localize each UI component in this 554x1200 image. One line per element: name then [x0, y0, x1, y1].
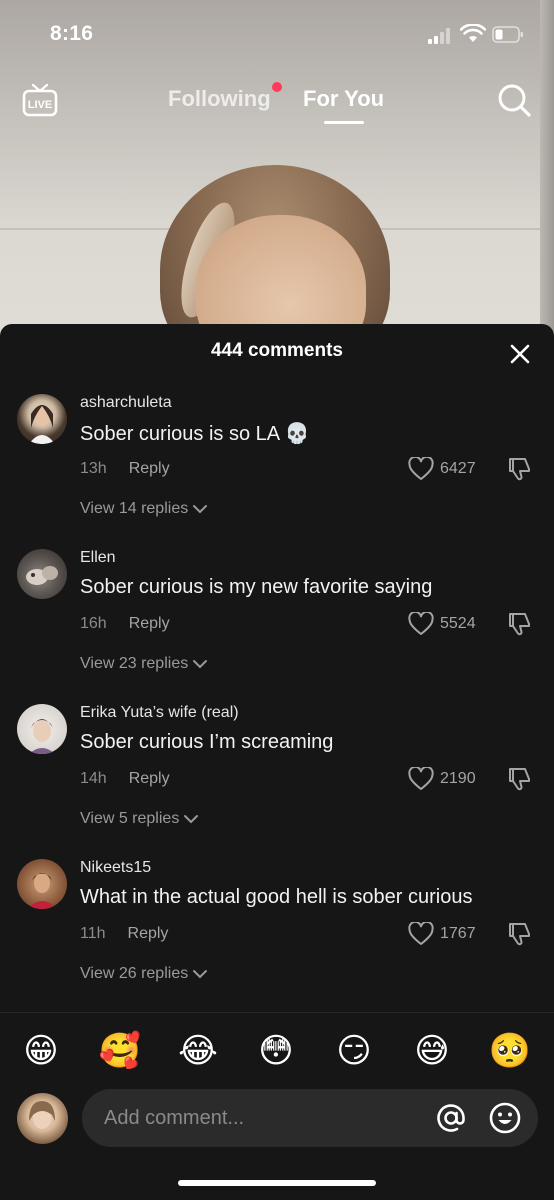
like-button[interactable]: 6427 — [408, 456, 476, 482]
view-replies-button[interactable]: View 14 replies — [80, 500, 208, 518]
view-replies-label: View 26 replies — [80, 965, 189, 982]
tab-for-you[interactable]: For You — [303, 86, 384, 112]
following-notification-dot — [272, 82, 282, 92]
dislike-icon[interactable] — [506, 611, 532, 637]
heart-icon — [408, 612, 434, 635]
like-button[interactable]: 5524 — [408, 611, 476, 637]
comment-meta: 14h Reply — [80, 770, 170, 788]
status-time: 8:16 — [50, 22, 94, 45]
emoji-sweat-smile-button[interactable]: 😅 — [408, 1025, 456, 1077]
emoji-quick-bar: 😁 🥰 😂 😳 😏 😅 🥺 — [0, 1025, 554, 1077]
comments-count-title: 444 comments — [210, 340, 343, 361]
comment-input-placeholder: Add comment... — [104, 1107, 245, 1129]
comment-meta: 11h Reply — [80, 925, 168, 943]
tab-following[interactable]: Following — [168, 86, 271, 112]
reply-button[interactable]: Reply — [129, 615, 170, 632]
battery-icon — [492, 26, 523, 43]
mention-icon[interactable] — [434, 1101, 468, 1135]
avatar[interactable] — [17, 549, 67, 599]
emoji-picker-icon[interactable] — [488, 1101, 522, 1135]
home-indicator[interactable] — [178, 1180, 376, 1186]
view-replies-button[interactable]: View 5 replies — [80, 810, 199, 828]
emoji-smirk-button[interactable]: 😏 — [330, 1025, 378, 1077]
comment-item: asharchuleta Sober curious is so LA 💀 13… — [0, 394, 554, 544]
emoji-grin-button[interactable]: 😁 — [17, 1025, 65, 1077]
close-icon[interactable] — [506, 340, 534, 368]
like-button[interactable]: 1767 — [408, 921, 476, 947]
view-replies-button[interactable]: View 26 replies — [80, 965, 208, 983]
comment-username[interactable]: Nikeets15 — [80, 859, 151, 877]
avatar[interactable] — [17, 859, 67, 909]
like-count: 1767 — [440, 925, 476, 942]
comment-text: Sober curious is so LA 💀 — [80, 423, 310, 445]
chevron-down-icon — [193, 970, 208, 979]
like-button[interactable]: 2190 — [408, 766, 476, 792]
feed-tabs: Following For You — [0, 80, 554, 130]
comment-age: 14h — [80, 770, 107, 787]
signal-icon — [428, 28, 454, 44]
comment-text: What in the actual good hell is sober cu… — [80, 886, 473, 908]
status-bar: 8:16 — [0, 0, 554, 70]
reply-button[interactable]: Reply — [128, 925, 169, 942]
view-replies-label: View 14 replies — [80, 500, 189, 517]
dislike-icon[interactable] — [506, 921, 532, 947]
comment-meta: 16h Reply — [80, 615, 170, 633]
chevron-down-icon — [184, 815, 199, 824]
comment-age: 16h — [80, 615, 107, 632]
reply-button[interactable]: Reply — [129, 770, 170, 787]
like-count: 6427 — [440, 460, 476, 477]
comment-item: Nikeets15 What in the actual good hell i… — [0, 859, 554, 1009]
comment-meta: 13h Reply — [80, 460, 170, 478]
comment-age: 13h — [80, 460, 107, 477]
emoji-smiling-hearts-button[interactable]: 🥰 — [96, 1025, 144, 1077]
comment-username[interactable]: Ellen — [80, 549, 116, 567]
wifi-icon — [460, 24, 486, 42]
comment-username[interactable]: asharchuleta — [80, 394, 172, 412]
avatar[interactable] — [17, 394, 67, 444]
heart-icon — [408, 767, 434, 790]
emoji-tears-of-joy-button[interactable]: 😂 — [174, 1025, 222, 1077]
dislike-icon[interactable] — [506, 456, 532, 482]
reply-button[interactable]: Reply — [129, 460, 170, 477]
heart-icon — [408, 922, 434, 945]
chevron-down-icon — [193, 660, 208, 669]
comment-username[interactable]: Erika Yuta’s wife (real) — [80, 704, 239, 722]
view-replies-label: View 5 replies — [80, 810, 180, 827]
chevron-down-icon — [193, 505, 208, 514]
comment-input[interactable]: Add comment... — [82, 1089, 538, 1147]
current-user-avatar — [17, 1093, 68, 1144]
comment-text: Sober curious I’m screaming — [80, 731, 334, 753]
comment-item: Erika Yuta’s wife (real) Sober curious I… — [0, 704, 554, 854]
emoji-flushed-button[interactable]: 😳 — [252, 1025, 300, 1077]
dislike-icon[interactable] — [506, 766, 532, 792]
comment-age: 11h — [80, 925, 106, 942]
emoji-bar-divider — [0, 1012, 554, 1013]
search-icon[interactable] — [496, 82, 532, 118]
heart-icon — [408, 457, 434, 480]
active-tab-indicator — [324, 121, 364, 124]
emoji-pleading-button[interactable]: 🥺 — [486, 1025, 534, 1077]
view-replies-label: View 23 replies — [80, 655, 189, 672]
like-count: 2190 — [440, 770, 476, 787]
comment-item: Ellen Sober curious is my new favorite s… — [0, 549, 554, 699]
avatar[interactable] — [17, 704, 67, 754]
video-person-face — [196, 215, 366, 340]
view-replies-button[interactable]: View 23 replies — [80, 655, 208, 673]
comment-text: Sober curious is my new favorite saying — [80, 576, 433, 598]
like-count: 5524 — [440, 615, 476, 632]
